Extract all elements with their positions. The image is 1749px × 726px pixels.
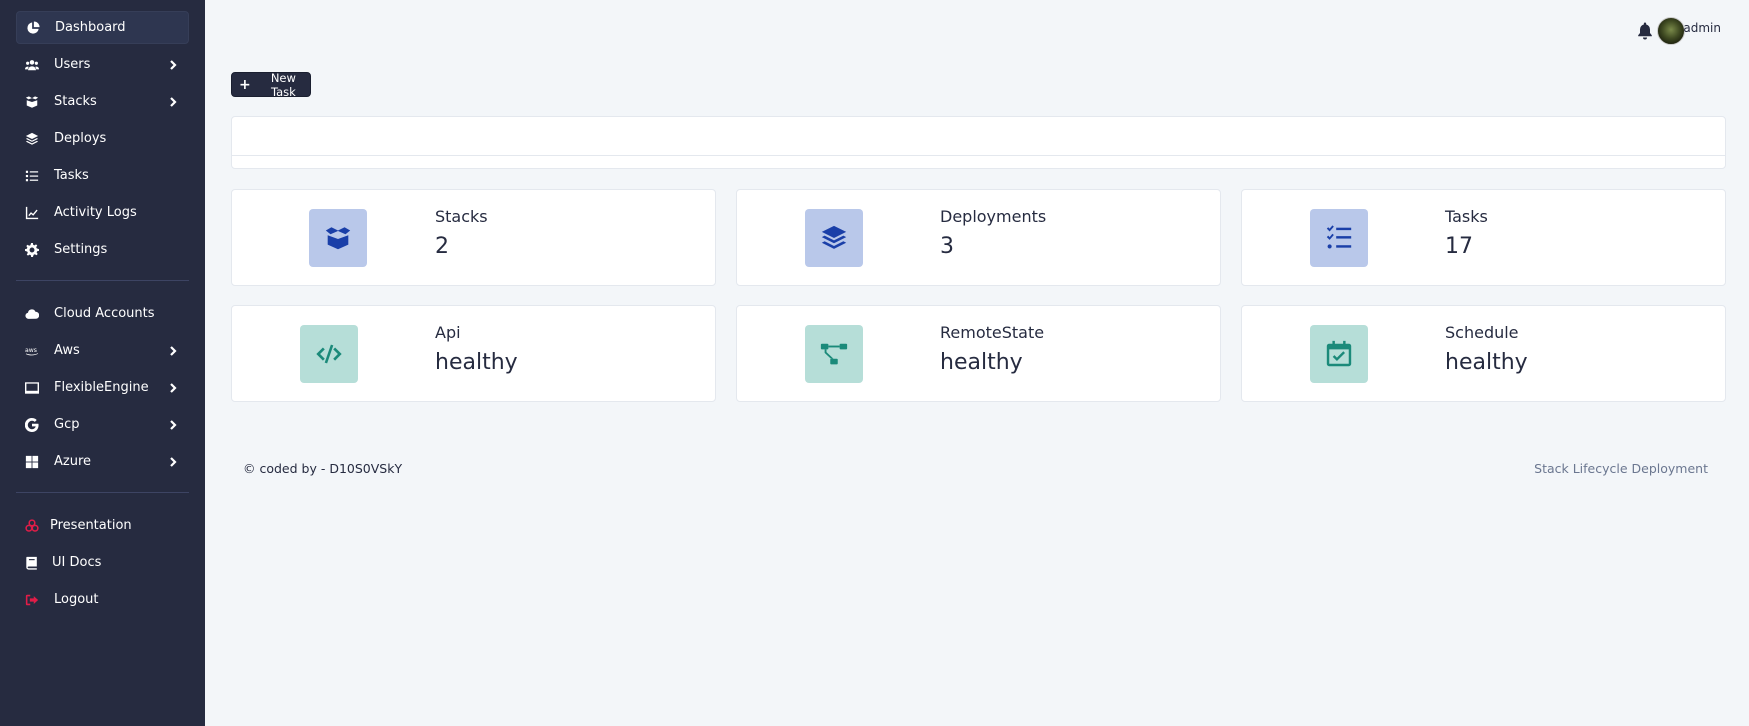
sidebar-item-dashboard[interactable]: Dashboard <box>16 11 189 44</box>
sidebar-item-flexibleengine[interactable]: FlexibleEngine <box>16 371 189 404</box>
svg-text:aws: aws <box>25 346 37 353</box>
stat-title: Stacks <box>435 207 488 226</box>
stat-value: healthy <box>1445 350 1528 375</box>
sidebar-divider <box>16 280 189 281</box>
sidebar-item-label: Aws <box>54 343 80 358</box>
windows-icon <box>24 454 40 470</box>
stat-card-deployments: Deployments 3 <box>736 189 1221 286</box>
sidebar-item-settings[interactable]: Settings <box>16 233 189 266</box>
laptop-icon <box>24 380 40 396</box>
sidebar-item-label: Logout <box>54 592 99 607</box>
sidebar-item-deploys[interactable]: Deploys <box>16 122 189 155</box>
sidebar-item-label: Dashboard <box>55 20 126 35</box>
sidebar-item-azure[interactable]: Azure <box>16 445 189 478</box>
stat-title: Tasks <box>1445 207 1488 226</box>
avatar[interactable] <box>1657 17 1685 45</box>
chart-line-icon <box>24 205 40 221</box>
sidebar-bottom-nav: Presentation UI Docs Logout <box>0 509 205 616</box>
aws-icon: aws <box>24 343 40 359</box>
sidebar-item-label: Azure <box>54 454 92 469</box>
stat-card-api: Api healthy <box>231 305 716 402</box>
stat-value: 2 <box>435 234 449 259</box>
footer-credit: © coded by - D10S0VSkY <box>243 461 403 476</box>
stat-title: Schedule <box>1445 323 1519 342</box>
google-icon <box>24 417 40 433</box>
box-open-icon <box>24 94 40 110</box>
stat-title: RemoteState <box>940 323 1045 342</box>
tasks-icon <box>1310 209 1368 267</box>
book-icon <box>24 555 40 571</box>
box-open-icon <box>309 209 367 267</box>
sidebar-item-label: UI Docs <box>52 555 102 570</box>
sidebar-item-label: Gcp <box>54 417 80 432</box>
sidebar-item-ui-docs[interactable]: UI Docs <box>16 546 189 579</box>
sign-out-icon <box>24 592 40 608</box>
topbar: admin <box>205 0 1749 60</box>
users-icon <box>24 57 40 73</box>
chevron-right-icon <box>167 382 179 394</box>
stat-card-remotestate: RemoteState healthy <box>736 305 1221 402</box>
sidebar-item-label: Activity Logs <box>54 205 137 220</box>
sidebar: Dashboard Users Stacks Deploys Tasks Act… <box>0 0 205 726</box>
stat-value: healthy <box>435 350 518 375</box>
stat-card-schedule: Schedule healthy <box>1241 305 1726 402</box>
new-task-button[interactable]: + New Task <box>231 70 311 99</box>
layer-group-icon <box>805 209 863 267</box>
sidebar-item-stacks[interactable]: Stacks <box>16 85 189 118</box>
chevron-right-icon <box>167 345 179 357</box>
sidebar-item-cloud-accounts[interactable]: Cloud Accounts <box>16 297 189 330</box>
stat-value: healthy <box>940 350 1023 375</box>
code-icon <box>300 325 358 383</box>
sidebar-item-label: Stacks <box>54 94 97 109</box>
sidebar-item-aws[interactable]: aws Aws <box>16 334 189 367</box>
layer-group-icon <box>24 131 40 147</box>
sidebar-item-users[interactable]: Users <box>16 48 189 81</box>
sidebar-item-label: Users <box>54 57 91 72</box>
chevron-right-icon <box>167 96 179 108</box>
gear-icon <box>24 242 40 258</box>
sidebar-primary-nav: Dashboard Users Stacks Deploys Tasks Act… <box>0 0 205 266</box>
plus-icon: + <box>239 76 251 93</box>
stat-title: Deployments <box>940 207 1047 226</box>
chevron-right-icon <box>167 419 179 431</box>
stat-card-stacks: Stacks 2 <box>231 189 716 286</box>
panel-divider <box>232 155 1725 156</box>
stat-title: Api <box>435 323 461 342</box>
sidebar-item-label: Settings <box>54 242 108 257</box>
new-task-label: New Task <box>270 70 296 99</box>
username[interactable]: admin <box>1683 21 1721 35</box>
sidebar-item-tasks[interactable]: Tasks <box>16 159 189 192</box>
sidebar-item-presentation[interactable]: Presentation <box>16 509 189 542</box>
footer-app-name[interactable]: Stack Lifecycle Deployment <box>1534 461 1708 476</box>
sidebar-item-label: FlexibleEngine <box>54 380 149 395</box>
tasks-icon <box>24 168 40 184</box>
chevron-right-icon <box>167 59 179 71</box>
sidebar-item-label: Presentation <box>50 518 132 533</box>
sidebar-item-activity-logs[interactable]: Activity Logs <box>16 196 189 229</box>
stat-value: 17 <box>1445 234 1473 259</box>
cloud-icon <box>24 306 40 322</box>
stat-card-tasks: Tasks 17 <box>1241 189 1726 286</box>
chart-pie-icon <box>25 20 41 36</box>
sidebar-item-label: Tasks <box>54 168 89 183</box>
empty-panel <box>231 116 1726 169</box>
chevron-right-icon <box>167 456 179 468</box>
presentation-icon <box>24 518 40 534</box>
stat-value: 3 <box>940 234 954 259</box>
sidebar-item-label: Deploys <box>54 131 107 146</box>
sidebar-item-gcp[interactable]: Gcp <box>16 408 189 441</box>
bell-icon[interactable] <box>1637 22 1653 40</box>
sidebar-divider <box>16 492 189 493</box>
calendar-check-icon <box>1310 325 1368 383</box>
project-diagram-icon <box>805 325 863 383</box>
sidebar-item-label: Cloud Accounts <box>54 306 155 321</box>
sidebar-item-logout[interactable]: Logout <box>16 583 189 616</box>
sidebar-cloud-nav: Cloud Accounts aws Aws FlexibleEngine Gc… <box>0 297 205 478</box>
